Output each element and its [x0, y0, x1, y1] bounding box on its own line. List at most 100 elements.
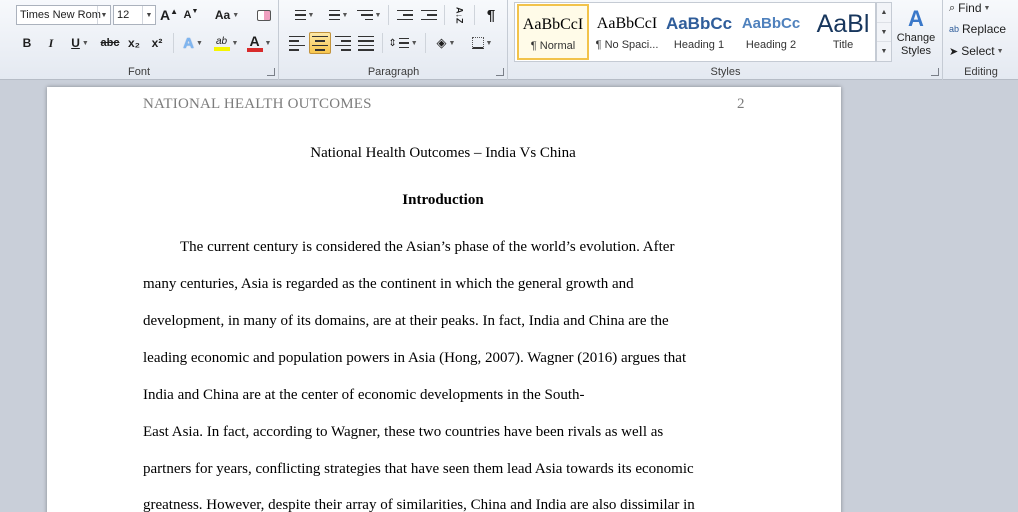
line-spacing-button[interactable]: ⇕ ▼ [387, 32, 419, 54]
line-spacing-icon: ⇕ [388, 37, 397, 49]
font-size-value: 12 [117, 9, 130, 21]
sort-button[interactable]: A↓Z [448, 4, 470, 26]
document-page[interactable]: NATIONAL HEALTH OUTCOMES 2 National Heal… [47, 87, 841, 512]
body-line[interactable]: partners for years, conflicting strategi… [143, 461, 694, 478]
dialog-launcher-icon[interactable] [496, 68, 504, 76]
increase-indent-button[interactable] [418, 4, 440, 26]
decrease-indent-button[interactable] [394, 4, 416, 26]
align-right-button[interactable] [332, 32, 354, 54]
align-center-button[interactable] [309, 32, 331, 54]
line-spacing-lines [398, 36, 409, 50]
borders-icon [471, 37, 484, 49]
replace-button[interactable]: ab Replace [948, 18, 1016, 40]
document-title[interactable]: National Health Outcomes – India Vs Chin… [143, 145, 743, 162]
replace-label: Replace [962, 22, 1007, 36]
strikethrough-button[interactable]: abc [99, 32, 121, 54]
style-heading-2[interactable]: AaBbCc Heading 2 [735, 4, 807, 60]
font-size-combo[interactable]: 12 ▼ [113, 5, 156, 25]
separator [382, 33, 383, 53]
style-sample: AaBbCcI [596, 15, 658, 32]
highlighter-icon: ab [213, 35, 230, 51]
align-right-icon [335, 34, 351, 52]
editing-group: ⌕ Find ▼ ab Replace ➤ Select ▼ Editing [944, 0, 1018, 80]
select-label: Select [961, 44, 995, 58]
body-line[interactable]: India and China are at the center of eco… [143, 387, 585, 404]
text-effects-button[interactable]: A ▼ [178, 32, 208, 54]
justify-icon [358, 34, 374, 52]
borders-button[interactable]: ▼ [466, 32, 498, 54]
separator [173, 33, 174, 53]
separator [474, 5, 475, 25]
body-line[interactable]: East Asia. In fact, according to Wagner,… [143, 424, 663, 441]
editing-group-label: Editing [964, 66, 998, 78]
more-styles-icon[interactable]: ▼ [877, 42, 891, 61]
section-heading[interactable]: Introduction [143, 192, 743, 209]
body-line[interactable]: greatness. However, despite their array … [143, 497, 695, 512]
align-left-button[interactable] [286, 32, 308, 54]
decrease-indent-icon [397, 8, 413, 22]
change-styles-button[interactable]: A Change Styles [894, 0, 938, 64]
separator [388, 5, 389, 25]
highlight-button[interactable]: ab ▼ [211, 32, 241, 54]
style-sample: AaBl [816, 10, 870, 38]
highlight-label: ab [215, 35, 228, 47]
style-sample: AaBbCc [741, 15, 801, 32]
change-case-button[interactable]: Aa ▼ [212, 4, 242, 26]
clear-formatting-button[interactable] [253, 4, 275, 26]
page-number[interactable]: 2 [737, 96, 745, 113]
change-styles-icon: A [908, 6, 924, 31]
multilevel-list-button[interactable]: ▼ [354, 4, 384, 26]
bold-button[interactable]: B [16, 32, 38, 54]
font-group: Times New Rom ▼ 12 ▼ A ▲ A ▼ Aa ▼ B I U ▼ ab… [0, 0, 279, 80]
select-button[interactable]: ➤ Select ▼ [948, 40, 1014, 62]
multilevel-list-icon [356, 8, 373, 22]
style-heading-1[interactable]: AaBbCc Heading 1 [663, 4, 735, 60]
document-area[interactable]: NATIONAL HEALTH OUTCOMES 2 National Heal… [0, 81, 1018, 512]
sort-icon: A↓Z [454, 6, 465, 24]
shrink-font-button[interactable]: A ▼ [182, 4, 200, 26]
show-formatting-button[interactable]: ¶ [480, 4, 502, 26]
body-line[interactable]: development, in many of its domains, are… [143, 313, 669, 330]
scroll-up-icon[interactable]: ▲ [877, 3, 891, 23]
dialog-launcher-icon[interactable] [931, 68, 939, 76]
style-title[interactable]: AaBl Title [807, 4, 879, 60]
body-line[interactable]: many centuries, Asia is regarded as the … [143, 276, 634, 293]
running-header[interactable]: NATIONAL HEALTH OUTCOMES [143, 96, 372, 113]
underline-icon: U [71, 36, 80, 50]
chevron-down-icon[interactable]: ▼ [97, 6, 110, 24]
paint-bucket-icon: ◈ [436, 35, 447, 50]
ribbon: Times New Rom ▼ 12 ▼ A ▲ A ▼ Aa ▼ B I U ▼ ab… [0, 0, 1018, 80]
change-styles-label: Change Styles [896, 32, 936, 57]
style-name: Heading 2 [745, 39, 797, 51]
font-color-button[interactable]: A ▼ [244, 32, 274, 54]
dialog-launcher-icon[interactable] [267, 68, 275, 76]
shading-button[interactable]: ◈ ▼ [430, 32, 462, 54]
underline-button[interactable]: U ▼ [64, 32, 96, 54]
subscript-button[interactable]: x₂ [124, 32, 144, 54]
font-name-combo[interactable]: Times New Rom ▼ [16, 5, 111, 25]
change-case-icon: Aa [214, 8, 231, 22]
styles-group-label: Styles [710, 66, 741, 78]
find-button[interactable]: ⌕ Find ▼ [948, 0, 1012, 19]
bullets-button[interactable]: ▼ [286, 4, 318, 26]
font-color-label: A [249, 33, 260, 49]
chevron-down-icon[interactable]: ▼ [142, 6, 155, 24]
body-line[interactable]: leading economic and population powers i… [143, 350, 686, 367]
superscript-button[interactable]: x² [147, 32, 167, 54]
styles-gallery-scroll: ▲ ▼ ▼ [876, 2, 892, 62]
binoculars-icon: ⌕ [949, 1, 956, 14]
italic-button[interactable]: I [40, 32, 62, 54]
numbering-button[interactable]: ▼ [320, 4, 352, 26]
bullets-icon [290, 8, 306, 22]
justify-button[interactable] [355, 32, 377, 54]
style-normal[interactable]: AaBbCcI ¶ Normal [517, 4, 589, 60]
body-line[interactable]: The current century is considered the As… [180, 239, 674, 256]
scroll-down-icon[interactable]: ▼ [877, 23, 891, 43]
style-name: Title [832, 39, 854, 51]
style-no-spacing[interactable]: AaBbCcI ¶ No Spaci... [591, 4, 663, 60]
style-name: ¶ Normal [530, 40, 576, 52]
eraser-icon [257, 9, 271, 21]
font-color-bar [246, 48, 263, 52]
grow-font-button[interactable]: A ▲ [160, 4, 178, 26]
shrink-font-icon: A [183, 9, 192, 21]
